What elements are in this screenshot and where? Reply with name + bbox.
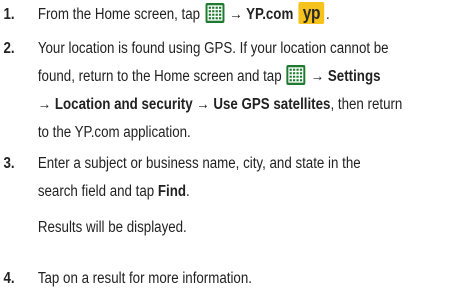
step-note: Results will be displayed.	[37, 219, 187, 236]
step-text: Your location is found using GPS. If you…	[38, 35, 465, 147]
button-name: Find	[157, 183, 187, 200]
yp-app-icon: yp	[298, 2, 325, 25]
step-text-fragment: found, return to the Home screen and tap	[37, 68, 282, 85]
step-text-fragment: search field and tap	[37, 183, 158, 200]
step-text-line: Enter a subject or business name, city, …	[37, 155, 361, 172]
step-text-fragment: From the Home screen, tap	[37, 6, 201, 23]
step-text-fragment: .	[325, 6, 330, 23]
step-number: 4.	[3, 270, 15, 287]
apps-grid-icon	[205, 3, 225, 24]
instruction-list: 1. From the Home screen, tap → YP.com yp. …	[0, 0, 473, 301]
step-number: 3.	[3, 155, 15, 172]
menu-path: → Settings	[310, 68, 381, 85]
step-number: 1.	[3, 6, 15, 23]
step-number: 2.	[3, 40, 15, 57]
apps-grid-icon	[286, 65, 306, 86]
menu-path: → YP.com	[229, 6, 294, 23]
step-text: Tap on a result for more information.	[38, 265, 465, 293]
step-text-line: Your location is found using GPS. If you…	[37, 40, 389, 57]
step-text-line: to the YP.com application.	[37, 124, 191, 141]
step-text: From the Home screen, tap → YP.com yp.	[38, 1, 465, 29]
menu-path: → Location and security → Use GPS satell…	[37, 96, 331, 113]
step-text-fragment: , then return	[330, 96, 403, 113]
step-text-fragment: .	[186, 183, 190, 200]
step-text-line: Tap on a result for more information.	[37, 270, 252, 287]
step-text: Enter a subject or business name, city, …	[38, 150, 465, 242]
